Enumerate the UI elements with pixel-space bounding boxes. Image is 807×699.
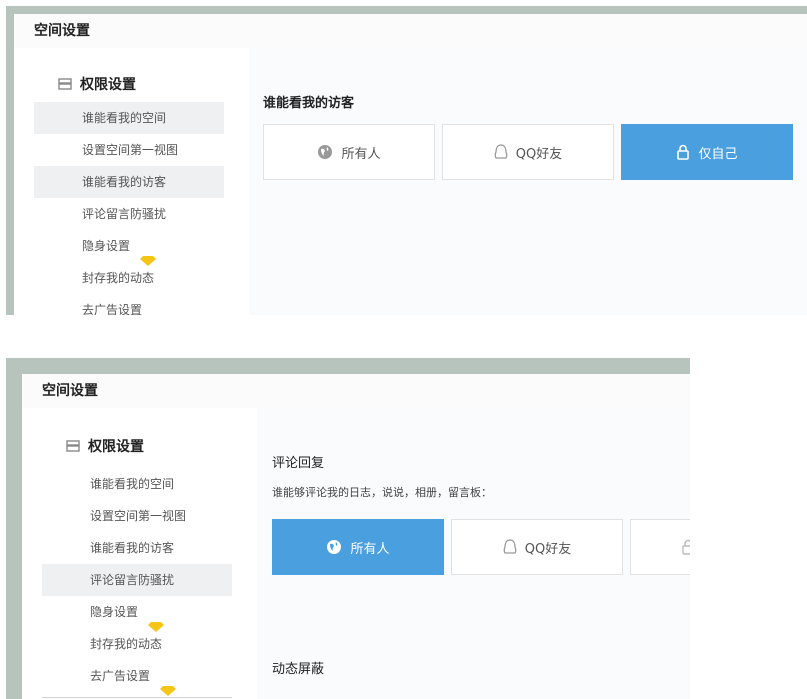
sidebar-item-ad-settings[interactable]: 去广告设置 [42,660,232,696]
option-qq-friends[interactable]: QQ好友 [451,519,623,575]
lock-icon [676,144,690,160]
sidebar-item-label: 谁能看我的访客 [82,175,167,189]
sidebar: 权限设置 谁能看我的空间 设置空间第一视图 谁能看我的访客 评论留言防骚扰 隐身… [34,48,224,315]
option-label: 所有人 [350,541,390,557]
sidebar-item-invisible[interactable]: 隐身设置 [42,596,232,632]
globe-icon [317,144,333,160]
section-description: 谁能够评论我的日志，说说，相册，留言板： [272,486,492,499]
sidebar-item-first-view[interactable]: 设置空间第一视图 [34,134,224,166]
sidebar-item-invisible[interactable]: 隐身设置 [34,230,224,266]
page-title: 空间设置 [22,374,690,408]
sidebar-item-ad-settings[interactable]: 去广告设置 [34,294,224,315]
sidebar-item-label: 隐身设置 [82,239,131,253]
sidebar-item-label: 封存我的动态 [90,637,163,651]
sidebar-item-who-can-view-visitors[interactable]: 谁能看我的访客 [42,532,232,564]
sidebar-item-label: 去广告设置 [82,303,143,315]
content-area [249,48,807,315]
option-label: 仅自己 [698,146,738,162]
lock-icon [66,440,80,452]
settings-panel-top: 空间设置 权限设置 谁能看我的空间 设置空间第一视图 谁能看我的访客 评论留言防… [6,6,807,315]
section-title: 评论回复 [272,456,325,471]
option-label: 所有人 [341,146,381,162]
option-only-me[interactable] [630,519,690,575]
option-label: QQ好友 [524,541,572,557]
sidebar-item-label: 评论留言防骚扰 [90,573,175,587]
qq-icon [494,144,508,160]
option-only-me[interactable]: 仅自己 [621,124,793,180]
option-qq-friends[interactable]: QQ好友 [442,124,614,180]
panel-body: 空间设置 权限设置 谁能看我的空间 设置空间第一视图 谁能看我的访客 评论留言防… [22,374,690,699]
sidebar-item-anti-harassment[interactable]: 评论留言防骚扰 [34,198,224,230]
sidebar-item-label: 谁能看我的空间 [82,111,167,125]
sidebar-item-label: 设置空间第一视图 [90,509,187,523]
sidebar-item-label: 评论留言防骚扰 [82,207,167,221]
sidebar-item-first-view[interactable]: 设置空间第一视图 [42,500,232,532]
lock-icon [681,539,690,555]
sidebar-item-who-can-view-space[interactable]: 谁能看我的空间 [34,102,224,134]
sidebar-item-label: 去广告设置 [90,669,151,683]
sidebar-heading: 权限设置 [66,436,144,456]
sidebar-item-label: 谁能看我的访客 [90,541,175,555]
sidebar: 权限设置 谁能看我的空间 设置空间第一视图 谁能看我的访客 评论留言防骚扰 隐身… [42,408,232,699]
sidebar-item-archive-feed[interactable]: 封存我的动态 [34,262,224,294]
panel-body: 空间设置 权限设置 谁能看我的空间 设置空间第一视图 谁能看我的访客 评论留言防… [14,14,807,315]
option-everyone[interactable]: 所有人 [272,519,444,575]
lock-icon [58,78,72,90]
globe-icon [326,539,342,555]
sidebar-item-anti-harassment[interactable]: 评论留言防骚扰 [42,564,232,596]
sidebar-item-label: 封存我的动态 [82,271,155,285]
sidebar-heading-label: 权限设置 [80,77,136,93]
page-title: 空间设置 [14,14,807,48]
section-title: 谁能看我的访客 [263,96,355,111]
sidebar-item-label: 谁能看我的空间 [90,477,175,491]
divider [42,697,232,698]
sidebar-item-archive-feed[interactable]: 封存我的动态 [42,628,232,660]
section-title-feed-block: 动态屏蔽 [272,662,325,677]
sidebar-heading-label: 权限设置 [88,439,144,455]
sidebar-item-who-can-view-visitors[interactable]: 谁能看我的访客 [34,166,224,198]
sidebar-item-label: 设置空间第一视图 [82,143,179,157]
sidebar-item-label: 隐身设置 [90,605,139,619]
settings-panel-bottom: 空间设置 权限设置 谁能看我的空间 设置空间第一视图 谁能看我的访客 评论留言防… [6,358,690,699]
sidebar-item-who-can-view-space[interactable]: 谁能看我的空间 [42,468,232,500]
option-label: QQ好友 [515,146,563,162]
qq-icon [503,539,517,555]
sidebar-heading: 权限设置 [58,74,136,94]
option-everyone[interactable]: 所有人 [263,124,435,180]
